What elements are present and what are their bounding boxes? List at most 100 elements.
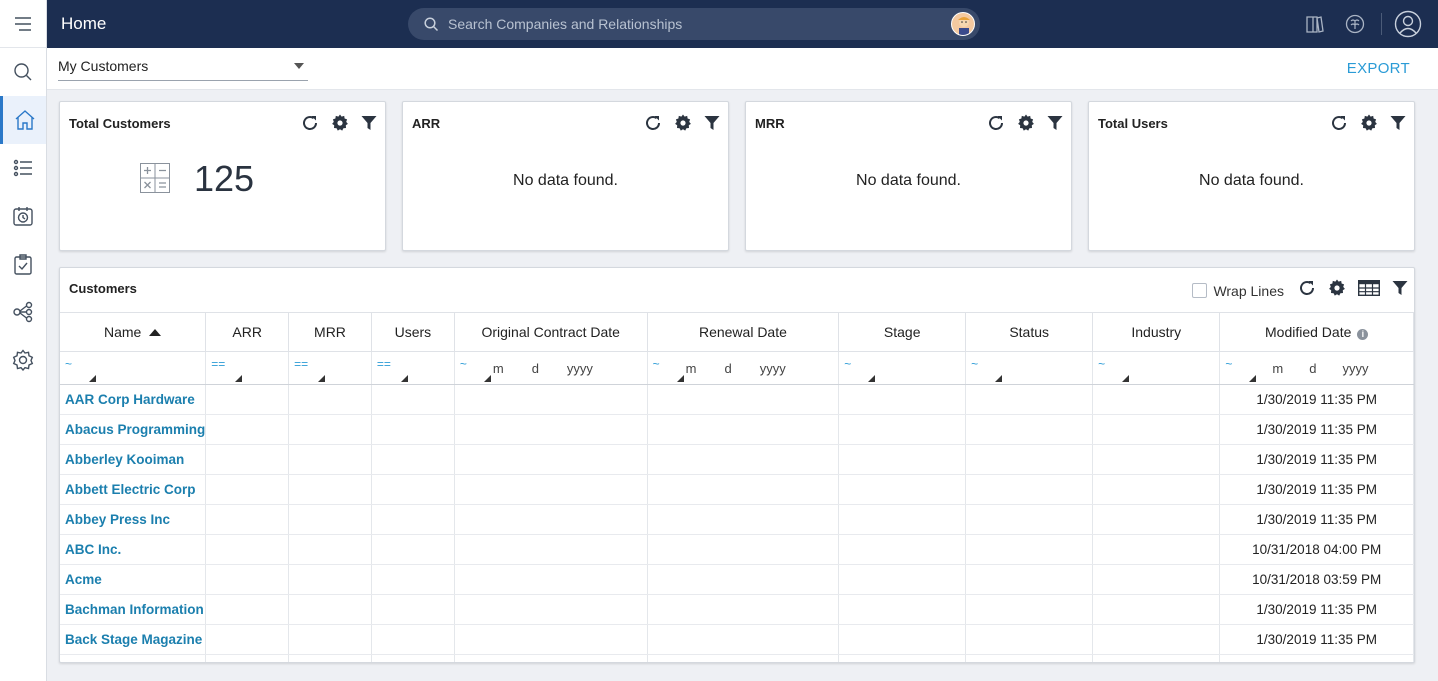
filter-dropdown-icon[interactable] — [400, 375, 408, 382]
filter-dropdown-icon[interactable] — [1249, 375, 1257, 382]
settings-button[interactable] — [674, 114, 692, 132]
nav-timeline[interactable] — [0, 192, 46, 240]
filter-dropdown-icon[interactable] — [676, 375, 684, 382]
filter-renewal-date[interactable]: ~ m d yyyy — [647, 351, 840, 385]
filter-industry[interactable]: ~ — [1092, 351, 1221, 385]
filter-status[interactable]: ~ — [965, 351, 1094, 385]
filter-operator[interactable]: == — [211, 357, 225, 371]
nav-settings[interactable] — [0, 336, 46, 384]
column-header-name[interactable]: Name — [60, 312, 207, 352]
filter-operator[interactable]: ~ — [460, 357, 467, 371]
settings-button[interactable] — [1360, 114, 1378, 132]
column-header-industry[interactable]: Industry — [1092, 312, 1221, 352]
cell-users — [371, 624, 455, 655]
filter-name[interactable]: ~ — [60, 351, 207, 385]
settings-button[interactable] — [1017, 114, 1035, 132]
column-header-mrr[interactable]: MRR — [288, 312, 372, 352]
column-header-arr[interactable]: ARR — [205, 312, 290, 352]
filter-modified-date[interactable]: ~ m d yyyy — [1219, 351, 1414, 385]
global-search[interactable] — [408, 8, 980, 40]
filter-arr[interactable]: == — [205, 351, 290, 385]
column-header-original-contract-date[interactable]: Original Contract Date — [454, 312, 648, 352]
column-header-users[interactable]: Users — [371, 312, 455, 352]
nav-search[interactable] — [0, 48, 46, 96]
filter-operator[interactable]: == — [294, 357, 308, 371]
column-header-modified-date[interactable]: Modified Date i — [1219, 312, 1414, 352]
customer-name-link[interactable]: Acme — [60, 564, 207, 595]
filter-users[interactable]: == — [371, 351, 455, 385]
filter-stage[interactable]: ~ — [838, 351, 967, 385]
nav-journeys[interactable] — [0, 288, 46, 336]
month-field[interactable]: m — [1272, 361, 1283, 376]
cell-arr — [205, 384, 290, 415]
filter-operator[interactable]: ~ — [971, 357, 978, 371]
filter-dropdown-icon[interactable] — [868, 375, 876, 382]
customer-name-link[interactable]: ABC Inc. — [60, 534, 207, 565]
settings-button[interactable] — [1328, 279, 1346, 302]
filter-operator[interactable]: ~ — [1098, 357, 1105, 371]
info-icon[interactable]: i — [1357, 329, 1369, 340]
resources-button[interactable] — [1295, 14, 1335, 34]
filter-dropdown-icon[interactable] — [89, 375, 96, 382]
refresh-icon — [646, 116, 660, 130]
customer-name-link[interactable]: Abbett Electric Corp — [60, 474, 207, 505]
month-field[interactable]: m — [493, 361, 504, 376]
column-header-status[interactable]: Status — [965, 312, 1094, 352]
filter-operator[interactable]: ~ — [844, 357, 851, 371]
export-button[interactable]: EXPORT — [1347, 60, 1410, 77]
help-button[interactable] — [1335, 13, 1375, 35]
customer-name-link[interactable]: Back Stage Magazine — [60, 624, 207, 655]
filter-operator[interactable]: ~ — [653, 357, 660, 371]
cell-stage — [838, 384, 967, 415]
filter-button[interactable] — [1392, 280, 1408, 301]
menu-button[interactable] — [0, 0, 46, 48]
filter-dropdown-icon[interactable] — [318, 375, 326, 382]
day-field[interactable]: d — [1309, 361, 1316, 376]
filter-dropdown-icon[interactable] — [995, 375, 1003, 382]
user-profile-button[interactable] — [1388, 10, 1428, 38]
filter-dropdown-icon[interactable] — [483, 375, 491, 382]
customer-name-link[interactable]: Bachman Information — [60, 594, 207, 625]
nav-tasks[interactable] — [0, 240, 46, 288]
wrap-lines-checkbox[interactable] — [1192, 283, 1208, 298]
customer-name-link[interactable]: AAR Corp Hardware — [60, 384, 207, 415]
filter-button[interactable] — [1390, 115, 1406, 131]
month-field[interactable]: m — [686, 361, 697, 376]
year-field[interactable]: yyyy — [567, 361, 593, 376]
filter-original-contract-date[interactable]: ~ m d yyyy — [454, 351, 648, 385]
filter-dropdown-icon[interactable] — [1122, 375, 1130, 382]
filter-button[interactable] — [1047, 115, 1063, 131]
refresh-button[interactable] — [644, 114, 662, 132]
filter-operator[interactable]: ~ — [1225, 357, 1232, 371]
year-field[interactable]: yyyy — [1342, 361, 1368, 376]
customer-name-link[interactable]: Abacus Programming — [60, 414, 207, 445]
table-view-button[interactable] — [1357, 279, 1381, 301]
year-field[interactable]: yyyy — [760, 361, 786, 376]
refresh-button[interactable] — [987, 114, 1005, 132]
column-header-stage[interactable]: Stage — [838, 312, 967, 352]
no-data-message: No data found. — [1199, 172, 1304, 189]
filter-button[interactable] — [704, 115, 720, 131]
customer-name-link[interactable] — [60, 654, 207, 662]
nav-list[interactable] — [0, 144, 46, 192]
filter-dropdown-icon[interactable] — [235, 375, 243, 382]
filter-operator[interactable]: == — [377, 357, 391, 371]
filter-button[interactable] — [361, 115, 377, 131]
view-selector[interactable]: My Customers — [58, 56, 308, 81]
filter-operator[interactable]: ~ — [65, 357, 72, 371]
search-input[interactable] — [448, 16, 928, 32]
wrap-lines-toggle[interactable]: Wrap Lines — [1192, 283, 1284, 299]
sort-ascending-icon — [149, 329, 162, 336]
day-field[interactable]: d — [532, 361, 539, 376]
refresh-button[interactable] — [1298, 279, 1316, 302]
customer-name-link[interactable]: Abbey Press Inc — [60, 504, 207, 535]
day-field[interactable]: d — [724, 361, 731, 376]
customer-name-link[interactable]: Abberley Kooiman — [60, 444, 207, 475]
column-header-renewal-date[interactable]: Renewal Date — [647, 312, 840, 352]
settings-button[interactable] — [331, 114, 349, 132]
filter-mrr[interactable]: == — [288, 351, 372, 385]
refresh-button[interactable] — [301, 114, 319, 132]
assistant-avatar[interactable] — [951, 12, 975, 36]
refresh-button[interactable] — [1330, 114, 1348, 132]
nav-home[interactable] — [0, 96, 46, 144]
